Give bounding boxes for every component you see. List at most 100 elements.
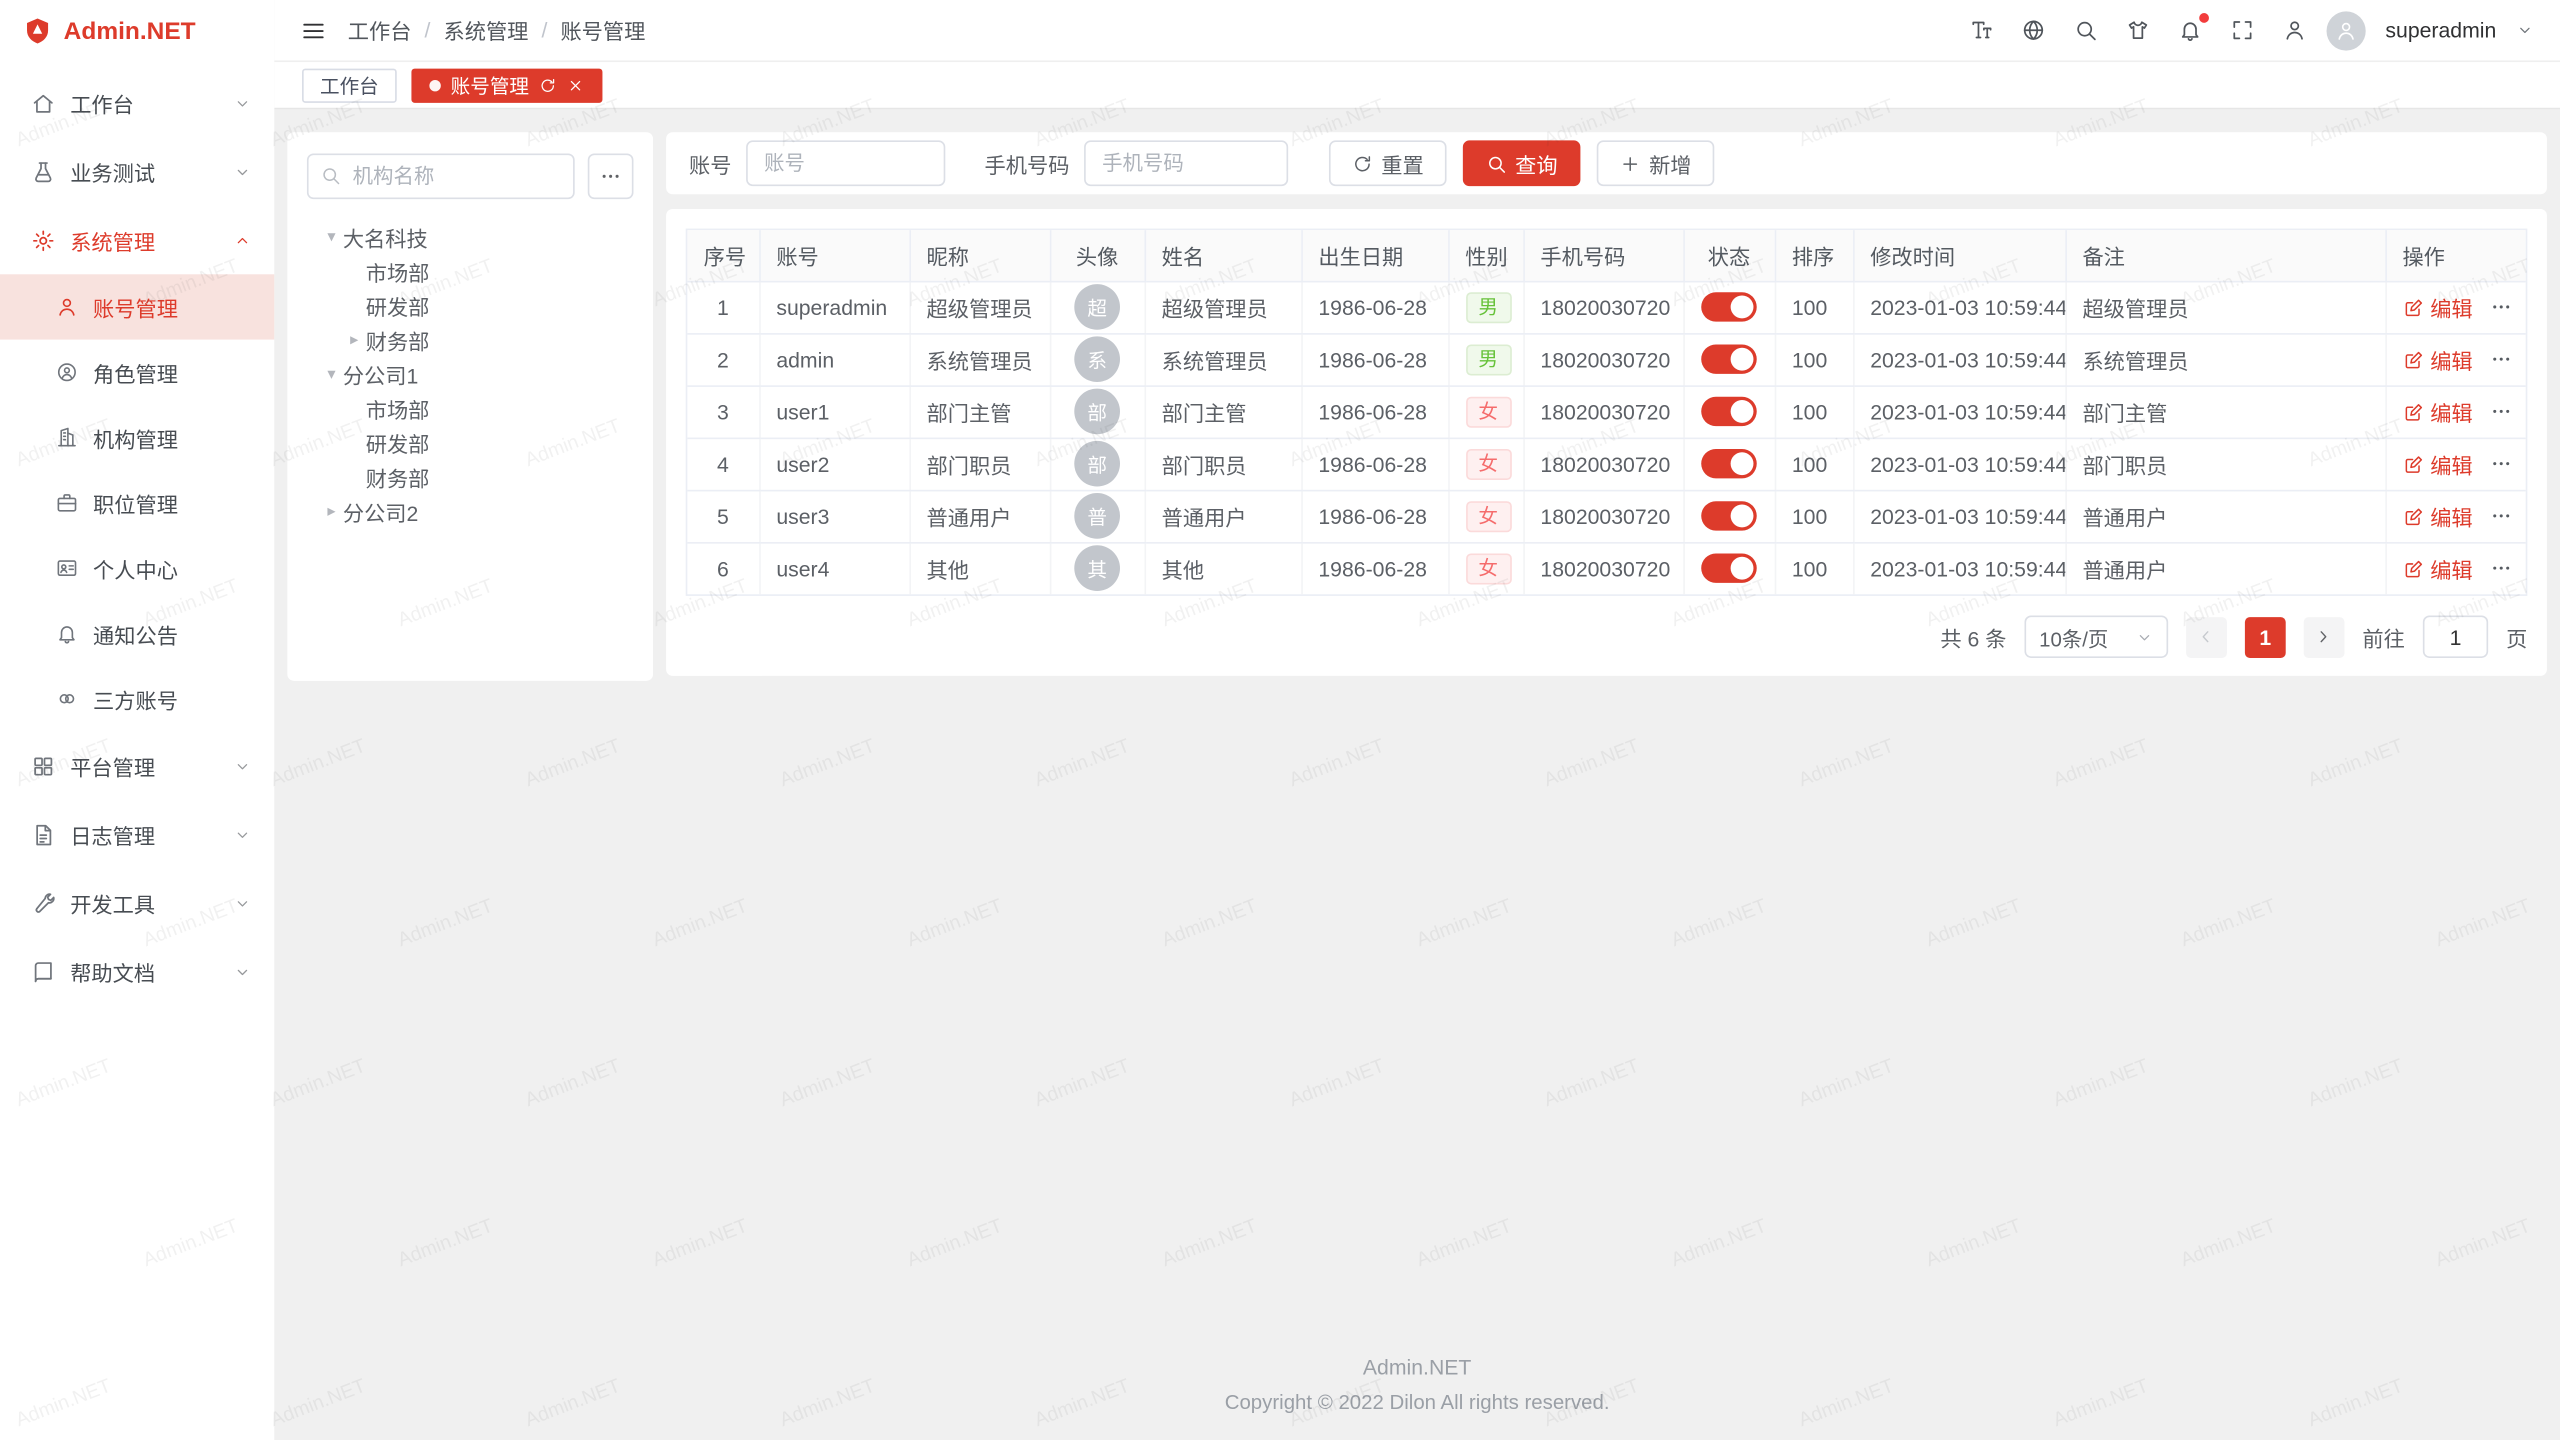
sidebar-item[interactable]: 日志管理: [0, 800, 274, 869]
tree-node[interactable]: 财务部: [307, 460, 634, 494]
edit-button[interactable]: 编辑: [2402, 448, 2472, 479]
tree-node[interactable]: 研发部: [307, 289, 634, 323]
org-more-button[interactable]: [588, 153, 634, 199]
topbar-right: superadmin: [1969, 11, 2534, 50]
sidebar-subitem-label: 机构管理: [93, 422, 178, 453]
tab[interactable]: 工作台: [302, 68, 397, 102]
tree-node[interactable]: ▾大名科技: [307, 220, 634, 254]
sidebar-item[interactable]: 业务测试: [0, 137, 274, 206]
query-button[interactable]: 查询: [1463, 140, 1581, 186]
globe-icon: [2021, 18, 2045, 42]
font-size-button[interactable]: [1969, 18, 1993, 42]
tree-caret-right[interactable]: ▸: [320, 504, 343, 520]
sidebar-subitem[interactable]: 机构管理: [0, 405, 274, 470]
edit-button[interactable]: 编辑: [2402, 344, 2472, 375]
status-toggle[interactable]: [1701, 554, 1757, 583]
goto-page-input[interactable]: [2423, 616, 2488, 658]
sidebar-subitem[interactable]: 账号管理: [0, 274, 274, 339]
cell-gender: 女: [1448, 490, 1523, 542]
sidebar-subitem[interactable]: 个人中心: [0, 536, 274, 601]
tab-close-button[interactable]: [567, 76, 585, 94]
page-number-current[interactable]: 1: [2245, 616, 2286, 657]
cell-account: admin: [759, 333, 909, 385]
edit-button[interactable]: 编辑: [2402, 291, 2472, 322]
edit-icon: [2402, 558, 2423, 579]
tree-node[interactable]: 市场部: [307, 392, 634, 426]
cell-account: user4: [759, 542, 909, 594]
sidebar-item[interactable]: 开发工具: [0, 869, 274, 938]
breadcrumb-item[interactable]: 系统管理: [443, 15, 528, 46]
cell-account: user3: [759, 490, 909, 542]
tree-node[interactable]: 市场部: [307, 255, 634, 289]
user-menu-chevron[interactable]: [2516, 21, 2534, 39]
tree-caret-right[interactable]: ▸: [343, 332, 366, 348]
table-row[interactable]: 3user1部门主管部部门主管1986-06-28女18020030720100…: [687, 385, 2525, 437]
cell-gender: 女: [1448, 542, 1523, 594]
add-button[interactable]: 新增: [1597, 140, 1715, 186]
tree-node-label: 市场部: [366, 256, 430, 287]
status-toggle[interactable]: [1701, 501, 1757, 530]
fullscreen-button[interactable]: [2230, 18, 2254, 42]
sidebar-subitem[interactable]: 通知公告: [0, 601, 274, 666]
more-actions-button[interactable]: [2489, 557, 2512, 580]
edit-button[interactable]: 编辑: [2402, 553, 2472, 584]
sidebar-subitem[interactable]: 职位管理: [0, 470, 274, 535]
more-actions-button[interactable]: [2489, 452, 2512, 475]
table-row[interactable]: 4user2部门职员部部门职员1986-06-28女18020030720100…: [687, 438, 2525, 490]
cell-remark: 超级管理员: [2065, 281, 2385, 333]
reset-button[interactable]: 重置: [1329, 140, 1447, 186]
sidebar-item-label: 工作台: [70, 87, 134, 118]
sidebar-item[interactable]: 帮助文档: [0, 937, 274, 1006]
tree-caret-down[interactable]: ▾: [320, 367, 343, 383]
sidebar-item[interactable]: 系统管理: [0, 206, 274, 275]
hamburger-menu-button[interactable]: [300, 17, 326, 43]
sidebar-item[interactable]: 平台管理: [0, 731, 274, 800]
dots-icon: [2489, 504, 2512, 527]
page-unit-label: 页: [2506, 621, 2527, 652]
phone-filter-input[interactable]: [1084, 140, 1288, 186]
sidebar-subitem[interactable]: 三方账号: [0, 666, 274, 731]
more-actions-button[interactable]: [2489, 504, 2512, 527]
breadcrumb-item[interactable]: 账号管理: [560, 15, 645, 46]
dots-icon: [599, 165, 622, 188]
tab-active[interactable]: 账号管理: [411, 68, 602, 102]
dots-icon: [2489, 557, 2512, 580]
table-row[interactable]: 5user3普通用户普普通用户1986-06-28女18020030720100…: [687, 490, 2525, 542]
edit-button[interactable]: 编辑: [2402, 500, 2472, 531]
globe-button[interactable]: [2021, 18, 2045, 42]
search-button[interactable]: [2074, 18, 2098, 42]
table-row[interactable]: 2admin系统管理员系系统管理员1986-06-28男180200307201…: [687, 333, 2525, 385]
tree-node[interactable]: 研发部: [307, 426, 634, 460]
cell-gender: 女: [1448, 385, 1523, 437]
tree-node[interactable]: ▸分公司2: [307, 495, 634, 529]
bell-button[interactable]: [2178, 18, 2202, 42]
tab-refresh-button[interactable]: [539, 76, 557, 94]
edit-label: 编辑: [2430, 448, 2472, 479]
breadcrumb-item[interactable]: 工作台: [348, 15, 412, 46]
sidebar-item[interactable]: 工作台: [0, 69, 274, 138]
next-page-button[interactable]: [2304, 616, 2345, 657]
status-toggle[interactable]: [1701, 449, 1757, 478]
page-size-select[interactable]: 10条/页: [2024, 616, 2168, 658]
status-toggle[interactable]: [1701, 344, 1757, 373]
tree-node[interactable]: ▾分公司1: [307, 358, 634, 392]
status-toggle[interactable]: [1701, 397, 1757, 426]
status-toggle[interactable]: [1701, 292, 1757, 321]
sidebar-subitem[interactable]: 角色管理: [0, 340, 274, 405]
more-actions-button[interactable]: [2489, 400, 2512, 423]
more-actions-button[interactable]: [2489, 296, 2512, 319]
tree-node[interactable]: ▸财务部: [307, 323, 634, 357]
org-search-input[interactable]: [307, 153, 575, 199]
user-avatar[interactable]: [2327, 11, 2366, 50]
user-outline-button[interactable]: [2283, 18, 2307, 42]
prev-page-button[interactable]: [2186, 616, 2227, 657]
account-filter-input[interactable]: [746, 140, 945, 186]
more-actions-button[interactable]: [2489, 348, 2512, 371]
sidebar-subitem-label: 账号管理: [93, 291, 178, 322]
username[interactable]: superadmin: [2385, 18, 2496, 42]
theme-button[interactable]: [2126, 18, 2150, 42]
table-row[interactable]: 6user4其他其其他1986-06-28女180200307201002023…: [687, 542, 2525, 594]
tree-caret-down[interactable]: ▾: [320, 229, 343, 245]
table-row[interactable]: 1superadmin超级管理员超超级管理员1986-06-28男1802003…: [687, 281, 2525, 333]
edit-button[interactable]: 编辑: [2402, 396, 2472, 427]
